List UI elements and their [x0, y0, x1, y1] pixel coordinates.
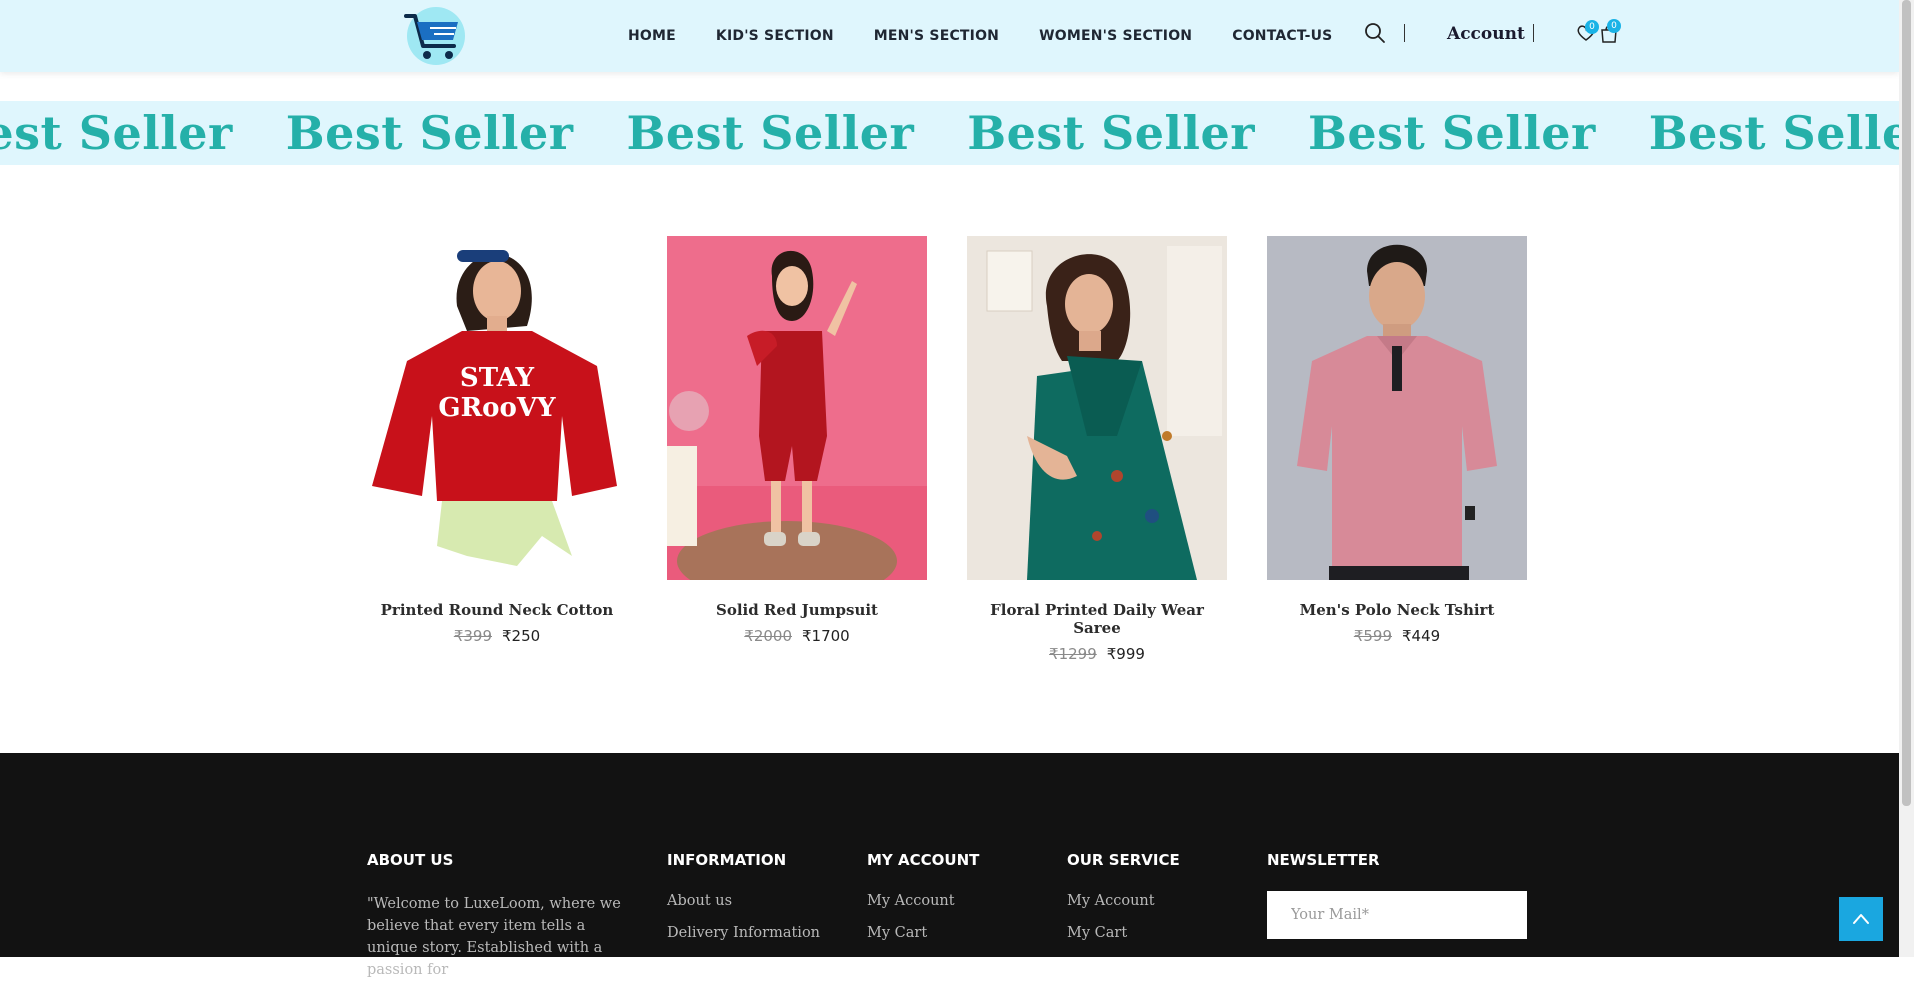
footer-heading: NEWSLETTER — [1267, 851, 1380, 869]
old-price: ₹599 — [1353, 627, 1392, 645]
marquee-item: Best Seller — [1648, 106, 1899, 160]
search-icon[interactable] — [1364, 22, 1386, 44]
footer-link-my-account[interactable]: My Account — [1067, 893, 1180, 915]
footer-link-my-cart[interactable]: My Cart — [1067, 925, 1180, 947]
nav-womens-section[interactable]: WOMEN'S SECTION — [1039, 28, 1192, 44]
footer-link-about-us[interactable]: About us — [667, 893, 820, 915]
marquee-item: Best Seller — [285, 106, 574, 160]
new-price: ₹250 — [502, 627, 541, 645]
cart-count-badge: 0 — [1607, 19, 1621, 33]
product-name[interactable]: Solid Red Jumpsuit — [667, 601, 927, 619]
price-row: ₹2000 ₹1700 — [667, 627, 927, 645]
product-card[interactable]: Solid Red Jumpsuit ₹2000 ₹1700 — [667, 236, 927, 663]
nav-home[interactable]: HOME — [628, 28, 676, 44]
product-grid: STAY GRooVY Printed Round Neck Cotton ₹3… — [367, 236, 1567, 663]
arrow-up-icon — [1853, 914, 1869, 924]
old-price: ₹1299 — [1049, 645, 1097, 663]
footer-my-account: MY ACCOUNT My Account My Cart — [867, 851, 979, 957]
product-name[interactable]: Printed Round Neck Cotton — [367, 601, 627, 619]
footer-information: INFORMATION About us Delivery Informatio… — [667, 851, 820, 957]
footer-link-my-account[interactable]: My Account — [867, 893, 979, 915]
product-card[interactable]: STAY GRooVY Printed Round Neck Cotton ₹3… — [367, 236, 627, 663]
price-row: ₹599 ₹449 — [1267, 627, 1527, 645]
header-divider — [1404, 24, 1405, 42]
product-name[interactable]: Floral Printed Daily Wear Saree — [967, 601, 1227, 637]
nav-contact-us[interactable]: CONTACT-US — [1232, 28, 1332, 44]
footer-heading: INFORMATION — [667, 851, 787, 869]
site-header: HOME KID'S SECTION MEN'S SECTION WOMEN'S… — [0, 0, 1899, 72]
nav-kids-section[interactable]: KID'S SECTION — [716, 28, 834, 44]
footer-heading: MY ACCOUNT — [867, 851, 980, 869]
footer-link-delivery-information[interactable]: Delivery Information — [667, 925, 820, 947]
footer-about: ABOUT US "Welcome to LuxeLoom, where we … — [367, 851, 629, 981]
product-card[interactable]: Men's Polo Neck Tshirt ₹599 ₹449 — [1267, 236, 1527, 663]
marquee-track: Best Seller Best Seller Best Seller Best… — [0, 101, 1899, 165]
product-image[interactable] — [967, 236, 1227, 580]
old-price: ₹2000 — [744, 627, 792, 645]
marquee-item: Best Seller — [1308, 106, 1596, 160]
scroll-to-top-button[interactable] — [1839, 897, 1883, 941]
newsletter-email-input[interactable] — [1267, 891, 1527, 939]
marquee-item: Best Seller — [967, 106, 1255, 160]
footer-link-my-cart[interactable]: My Cart — [867, 925, 979, 947]
account-link[interactable]: Account — [1447, 24, 1525, 44]
footer-newsletter: NEWSLETTER — [1267, 851, 1527, 939]
scrollbar-thumb[interactable] — [1902, 0, 1911, 806]
site-footer: ABOUT US "Welcome to LuxeLoom, where we … — [0, 753, 1899, 978]
svg-text:GRooVY: GRooVY — [438, 393, 556, 423]
product-image[interactable] — [1267, 236, 1527, 580]
product-card[interactable]: Floral Printed Daily Wear Saree ₹1299 ₹99… — [967, 236, 1227, 663]
product-name[interactable]: Men's Polo Neck Tshirt — [1267, 601, 1527, 619]
old-price: ₹399 — [453, 627, 492, 645]
new-price: ₹449 — [1402, 627, 1441, 645]
footer-our-service: OUR SERVICE My Account My Cart — [1067, 851, 1180, 957]
best-seller-marquee: Best Seller Best Seller Best Seller Best… — [0, 101, 1899, 165]
main-nav: HOME KID'S SECTION MEN'S SECTION WOMEN'S… — [628, 0, 1372, 72]
header-divider — [1533, 24, 1534, 42]
about-text: "Welcome to LuxeLoom, where we believe t… — [367, 896, 621, 978]
product-image[interactable] — [667, 236, 927, 580]
cart-logo-icon[interactable] — [400, 0, 468, 72]
footer-heading: OUR SERVICE — [1067, 851, 1180, 869]
nav-mens-section[interactable]: MEN'S SECTION — [874, 28, 999, 44]
marquee-item: Best Seller — [626, 106, 915, 160]
price-row: ₹1299 ₹999 — [967, 645, 1227, 663]
product-image[interactable]: STAY GRooVY — [367, 236, 627, 580]
wishlist-count-badge: 0 — [1585, 20, 1599, 34]
marquee-item: Best Seller — [0, 106, 233, 160]
new-price: ₹1700 — [802, 627, 850, 645]
footer-heading: ABOUT US — [367, 851, 454, 869]
new-price: ₹999 — [1106, 645, 1145, 663]
price-row: ₹399 ₹250 — [367, 627, 627, 645]
svg-text:STAY: STAY — [460, 363, 535, 393]
